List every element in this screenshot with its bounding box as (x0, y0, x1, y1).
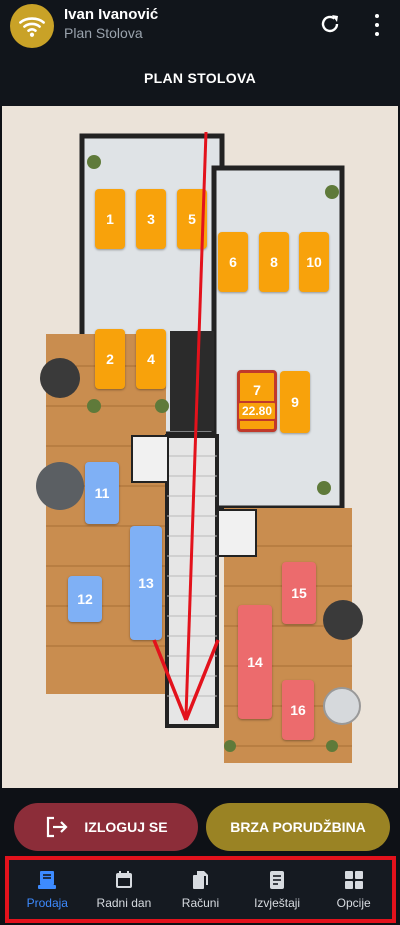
bottom-navigation: Prodaja Radni dan Računi Izvještaji Opci… (5, 856, 396, 923)
quick-order-label: BRZA PORUDŽBINA (230, 819, 366, 835)
table-5[interactable]: 5 (177, 189, 207, 249)
nav-prodaja[interactable]: Prodaja (9, 860, 86, 919)
nav-opcije[interactable]: Opcije (315, 860, 392, 919)
refresh-icon (321, 15, 339, 33)
floor-plan: 1 3 5 6 8 10 2 4 7 22.80 9 11 13 12 15 1… (2, 106, 398, 788)
table-16[interactable]: 16 (282, 680, 314, 740)
table-2[interactable]: 2 (95, 329, 125, 389)
report-icon (270, 871, 285, 889)
refresh-button[interactable] (318, 12, 342, 36)
page-title: PLAN STOLOVA (144, 70, 256, 86)
table-3[interactable]: 3 (136, 189, 166, 249)
avatar[interactable] (10, 4, 54, 48)
nav-label-opcije: Opcije (336, 896, 371, 910)
action-bar: IZLOGUJ SE BRZA PORUDŽBINA (0, 788, 400, 855)
nav-izvjestaji[interactable]: Izvještaji (239, 860, 316, 919)
quick-order-button[interactable]: BRZA PORUDŽBINA (206, 803, 390, 851)
logout-label: IZLOGUJ SE (84, 819, 168, 835)
table-10[interactable]: 10 (299, 232, 329, 292)
wifi-icon (19, 17, 45, 37)
logout-button[interactable]: IZLOGUJ SE (14, 803, 198, 851)
table-1[interactable]: 1 (95, 189, 125, 249)
more-menu-button[interactable] (368, 12, 386, 38)
receipt-icon (38, 871, 57, 889)
table-14[interactable]: 14 (238, 605, 272, 719)
table-6[interactable]: 6 (218, 232, 248, 292)
nav-racuni[interactable]: Računi (162, 860, 239, 919)
nav-label-racuni: Računi (181, 896, 220, 910)
documents-icon (193, 871, 209, 889)
table-8[interactable]: 8 (259, 232, 289, 292)
table-13[interactable]: 13 (130, 526, 162, 640)
table-4[interactable]: 4 (136, 329, 166, 389)
table-12[interactable]: 12 (68, 576, 102, 622)
nav-label-radni-dan: Radni dan (96, 896, 152, 910)
user-name: Ivan Ivanović (64, 6, 159, 23)
app-header: Ivan Ivanović Plan Stolova PLAN STOLOVA (0, 0, 400, 106)
calendar-icon (115, 871, 132, 888)
table-15[interactable]: 15 (282, 562, 316, 624)
nav-label-prodaja: Prodaja (26, 896, 68, 910)
nav-radni-dan[interactable]: Radni dan (86, 860, 163, 919)
logout-icon (47, 816, 68, 838)
table-7-amount: 22.80 (236, 400, 278, 421)
table-9[interactable]: 9 (280, 371, 310, 433)
table-7[interactable]: 7 22.80 (236, 370, 278, 432)
header-subtitle: Plan Stolova (64, 25, 143, 41)
grid-icon (344, 871, 363, 889)
table-11[interactable]: 11 (85, 462, 119, 524)
more-vert-icon (375, 14, 379, 18)
nav-label-izvjestaji: Izvještaji (254, 896, 301, 910)
